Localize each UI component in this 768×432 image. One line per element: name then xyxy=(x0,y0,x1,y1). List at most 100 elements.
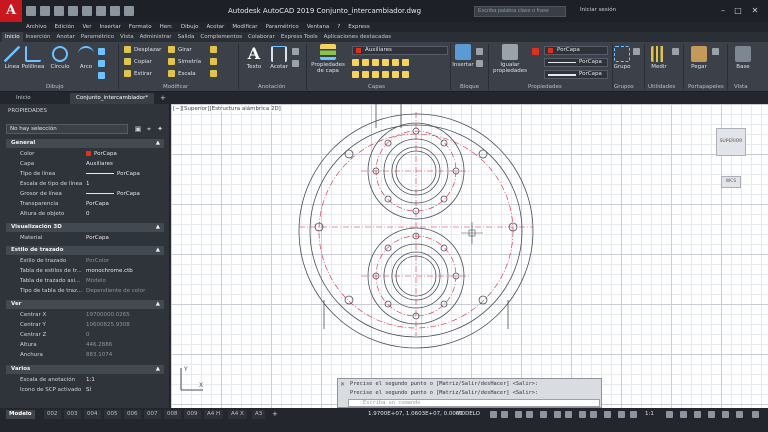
prop-row[interactable]: Icono de SCP activado Sí xyxy=(6,385,164,395)
dimension-button[interactable]: Acotar xyxy=(268,46,290,70)
plot-icon[interactable] xyxy=(82,6,92,16)
section-3d-visualization[interactable]: Visualización 3D ▲ xyxy=(6,223,164,232)
line-button[interactable]: Línea xyxy=(3,46,21,70)
menu-parametrico[interactable]: Paramétrico xyxy=(266,24,299,30)
tab-vista[interactable]: Vista xyxy=(117,32,137,42)
layout-tab[interactable]: 004 xyxy=(84,410,101,419)
close-icon[interactable]: ✕ xyxy=(750,6,760,16)
annotation-monitor-icon[interactable] xyxy=(680,411,687,418)
layer-properties-button[interactable]: Propiedades de capa xyxy=(308,44,348,74)
selection-dropdown[interactable]: No hay selección xyxy=(6,124,128,134)
prop-row[interactable]: Estilo de trazado PorColor xyxy=(6,256,164,266)
prop-row[interactable]: Anchura 883.1074 xyxy=(6,350,164,360)
utility-tool-icon[interactable] xyxy=(672,48,682,55)
prop-row[interactable]: Altura 446.2886 xyxy=(6,340,164,350)
polar-icon[interactable] xyxy=(526,411,533,418)
prop-row[interactable]: Transparencia PorCapa xyxy=(6,199,164,209)
table-icon[interactable] xyxy=(292,60,302,67)
arc-button[interactable]: Arco xyxy=(76,46,96,70)
match-properties-button[interactable]: Igualar propiedades xyxy=(492,44,528,74)
selection-cycling-icon[interactable] xyxy=(604,411,611,418)
prop-row[interactable]: Escala de anotación 1:1 xyxy=(6,375,164,385)
model-space-button[interactable]: MODELO xyxy=(456,410,480,419)
panel-label-anotacion[interactable]: Anotación xyxy=(258,84,286,90)
prop-row[interactable]: Tabla de trazado asi... Modelo xyxy=(6,276,164,286)
menu-modificar[interactable]: Modificar xyxy=(232,24,257,30)
workspace-gear-icon[interactable] xyxy=(666,411,673,418)
tab-inicio[interactable]: Inicio xyxy=(2,32,23,42)
leader-icon[interactable] xyxy=(292,48,302,55)
menu-insertar[interactable]: Insertar xyxy=(99,24,120,30)
annotation-visibility-icon[interactable] xyxy=(618,411,625,418)
scale-button[interactable]: Escala xyxy=(168,70,196,77)
toggle-pickadd-icon[interactable]: ▣ xyxy=(134,125,142,133)
close-icon[interactable]: ✕ xyxy=(340,381,347,388)
block-tool-icon[interactable] xyxy=(476,48,486,55)
units-icon[interactable] xyxy=(694,411,701,418)
isolate-objects-icon[interactable] xyxy=(722,411,729,418)
prop-row[interactable]: Escala de tipo de línea 1 xyxy=(6,179,164,189)
lineweight-icon[interactable] xyxy=(579,411,586,418)
layout-tab[interactable]: 002 xyxy=(44,410,61,419)
layout-tab[interactable]: A4 X xyxy=(228,410,247,419)
fillet-icon[interactable] xyxy=(210,58,220,65)
panel-label-grupos[interactable]: Grupos xyxy=(614,84,634,90)
circle-button[interactable]: Círculo xyxy=(48,46,72,70)
command-input[interactable]: Escriba un comando xyxy=(348,399,600,407)
panel-label-utilidades[interactable]: Utilidades xyxy=(648,84,675,90)
menu-edicion[interactable]: Edición xyxy=(55,24,75,30)
prop-row[interactable]: Tabla de estilos de tr... monochrome.ctb xyxy=(6,266,164,276)
ortho-icon[interactable] xyxy=(515,411,522,418)
minimize-icon[interactable]: – xyxy=(718,6,728,16)
auto-scale-icon[interactable] xyxy=(630,411,637,418)
quick-select-icon[interactable]: ✦ xyxy=(156,125,164,133)
polyline-button[interactable]: Polilínea xyxy=(21,46,45,70)
draw-tool-icon[interactable] xyxy=(98,48,108,55)
layout-tab[interactable]: 007 xyxy=(144,410,161,419)
grid-icon[interactable] xyxy=(490,411,497,418)
prop-row[interactable]: Tipo de tabla de traz... Dependiente de c… xyxy=(6,286,164,296)
prop-row[interactable]: Centrar X 19700000.0265 xyxy=(6,310,164,320)
layout-tab[interactable]: A3 xyxy=(252,410,266,419)
tab-administrar[interactable]: Administrar xyxy=(137,32,175,42)
tab-express-tools[interactable]: Express Tools xyxy=(278,32,321,42)
search-input[interactable]: Escriba palabra clave o frase xyxy=(474,6,566,17)
drawing-viewport[interactable]: [−][Superior][Estructura alámbrica 2D] S… xyxy=(171,104,768,408)
tab-anotar[interactable]: Anotar xyxy=(53,32,77,42)
paste-button[interactable]: Pegar xyxy=(688,46,710,70)
base-view-button[interactable]: Base xyxy=(732,46,754,70)
tab-insercion[interactable]: Inserción xyxy=(23,32,54,42)
panel-label-propiedades[interactable]: Propiedades xyxy=(528,84,562,90)
panel-label-bloque[interactable]: Bloque xyxy=(460,84,479,90)
prop-row[interactable]: Altura de objeto 0 xyxy=(6,209,164,219)
autocad-logo-icon[interactable]: A xyxy=(0,0,22,22)
layout-tab[interactable]: 003 xyxy=(64,410,81,419)
color-dropdown[interactable]: PorCapa xyxy=(544,46,608,55)
menu-dibujo[interactable]: Dibujo xyxy=(181,24,199,30)
menu-express[interactable]: Express xyxy=(348,24,369,30)
draw-tool-icon[interactable] xyxy=(98,60,108,67)
share-icon[interactable] xyxy=(124,6,134,16)
isodraft-icon[interactable] xyxy=(540,411,547,418)
select-objects-icon[interactable]: ⌖ xyxy=(145,125,153,133)
trim-icon[interactable] xyxy=(210,46,220,53)
block-tool-icon[interactable] xyxy=(476,60,486,67)
layout-tab[interactable]: A4 H xyxy=(204,410,224,419)
array-icon[interactable] xyxy=(210,70,220,77)
layer-tools-icon[interactable] xyxy=(352,59,412,66)
navigation-wcs-menu[interactable]: WCS xyxy=(721,176,741,188)
new-icon[interactable] xyxy=(26,6,36,16)
doc-tab-start[interactable]: Inicio xyxy=(10,93,37,104)
menu-ver[interactable]: Ver xyxy=(82,24,91,30)
open-icon[interactable] xyxy=(40,6,50,16)
layer-tools-icon[interactable] xyxy=(352,71,412,78)
save-as-icon[interactable] xyxy=(68,6,78,16)
menu-help[interactable]: ? xyxy=(337,24,340,30)
maximize-icon[interactable]: □ xyxy=(733,6,743,16)
quick-properties-icon[interactable] xyxy=(708,411,715,418)
section-view[interactable]: Ver ▲ xyxy=(6,300,164,309)
stretch-button[interactable]: Estirar xyxy=(124,70,152,77)
menu-formato[interactable]: Formato xyxy=(129,24,152,30)
prop-row[interactable]: Tipo de línea PorCapa xyxy=(6,169,164,179)
prop-row[interactable]: Color PorCapa xyxy=(6,149,164,159)
